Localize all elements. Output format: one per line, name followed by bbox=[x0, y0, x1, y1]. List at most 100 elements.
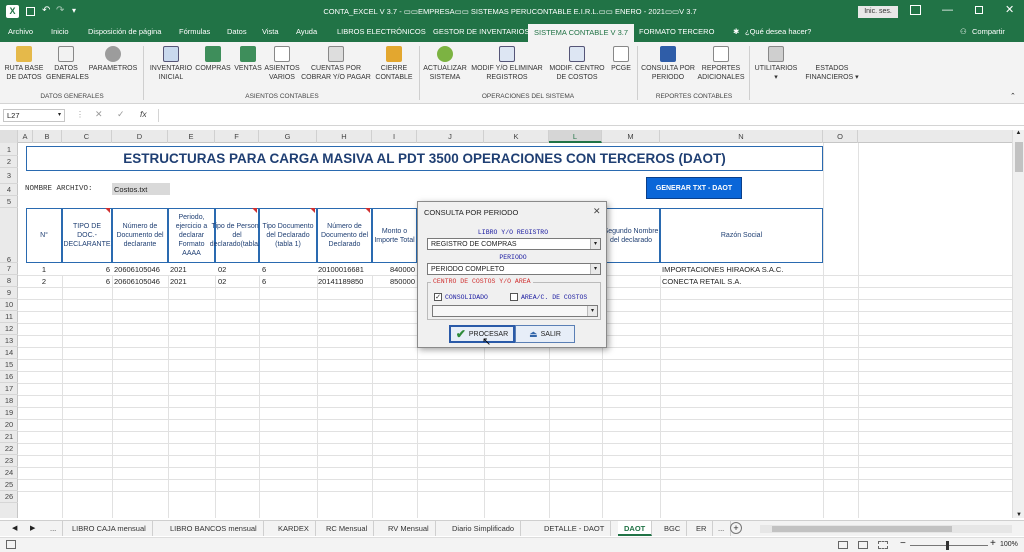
row-header[interactable]: 24 bbox=[0, 467, 18, 479]
page-break-view-icon[interactable] bbox=[878, 541, 888, 549]
quick-access-dropdown-icon[interactable]: ▾ bbox=[72, 6, 76, 15]
column-header[interactable]: I bbox=[372, 130, 417, 143]
dialog-close-icon[interactable]: ✕ bbox=[593, 206, 601, 217]
row-header[interactable]: 14 bbox=[0, 347, 18, 359]
redo-icon[interactable]: ↷ bbox=[56, 5, 64, 16]
periodo-select[interactable]: PERIODO COMPLETO ▾ bbox=[427, 263, 601, 275]
cell-num-doc[interactable]: 20606105046 bbox=[114, 265, 160, 274]
compras-button[interactable]: COMPRAS bbox=[195, 44, 231, 73]
menu-datos[interactable]: Datos bbox=[227, 27, 247, 36]
cancel-entry-icon[interactable]: ✕ bbox=[95, 109, 103, 120]
row-header[interactable]: 17 bbox=[0, 383, 18, 395]
area-costos-checkbox[interactable] bbox=[510, 293, 518, 301]
tab-libro-caja[interactable]: LIBRO CAJA mensual bbox=[66, 521, 153, 536]
row-header[interactable]: 26 bbox=[0, 491, 18, 503]
cell-num-doc[interactable]: 20606105046 bbox=[114, 277, 160, 286]
menu-vista[interactable]: Vista bbox=[262, 27, 279, 36]
ruta-base-datos-button[interactable]: RUTA BASE DE DATOS bbox=[2, 44, 46, 82]
tab-scroll-left-icon[interactable]: ◀ bbox=[12, 524, 17, 532]
minimize-icon[interactable]: — bbox=[942, 4, 953, 16]
cell-n[interactable]: 1 bbox=[26, 265, 62, 274]
ventas-button[interactable]: VENTAS bbox=[232, 44, 264, 73]
select-all-corner[interactable] bbox=[0, 130, 18, 143]
scroll-up-icon[interactable]: ▲ bbox=[1013, 130, 1024, 136]
tab-more-right[interactable]: ... bbox=[712, 521, 732, 536]
column-header[interactable]: B bbox=[33, 130, 62, 143]
column-header-selected[interactable]: L bbox=[549, 130, 602, 143]
save-icon[interactable] bbox=[26, 7, 35, 16]
close-icon[interactable]: ✕ bbox=[1005, 3, 1014, 16]
salir-button[interactable]: ⏏ SALIR bbox=[515, 325, 575, 343]
tab-more-left[interactable]: ... bbox=[44, 521, 64, 536]
page-layout-view-icon[interactable] bbox=[858, 541, 868, 549]
tab-rc-mensual[interactable]: RC Mensual bbox=[320, 521, 375, 536]
row-header[interactable]: 11 bbox=[0, 311, 18, 323]
menu-libros-electronicos[interactable]: LIBROS ELECTRÓNICOS bbox=[337, 27, 426, 36]
column-header[interactable]: N bbox=[660, 130, 823, 143]
column-header[interactable]: C bbox=[62, 130, 112, 143]
zoom-slider[interactable] bbox=[910, 541, 988, 550]
centro-costos-select[interactable]: ▾ bbox=[432, 305, 598, 317]
asientos-varios-button[interactable]: ASIENTOS VARIOS bbox=[264, 44, 300, 82]
tell-me-search[interactable]: ¿Qué desea hacer? bbox=[745, 27, 811, 36]
row-header[interactable]: 1 bbox=[0, 143, 18, 156]
row-header[interactable]: 22 bbox=[0, 443, 18, 455]
column-header[interactable]: F bbox=[215, 130, 259, 143]
cell-tipo-doc[interactable]: 6 bbox=[62, 277, 110, 286]
row-header[interactable]: 9 bbox=[0, 287, 18, 299]
share-button[interactable]: Compartir bbox=[972, 27, 1005, 36]
add-sheet-icon[interactable]: + bbox=[730, 522, 742, 534]
tab-er[interactable]: ER bbox=[690, 521, 714, 536]
menu-disposicion[interactable]: Disposición de página bbox=[88, 27, 161, 36]
scroll-thumb[interactable] bbox=[1015, 142, 1023, 172]
file-name-value[interactable]: Costos.txt bbox=[112, 183, 170, 195]
zoom-out-icon[interactable]: − bbox=[900, 538, 906, 549]
row-header[interactable]: 19 bbox=[0, 407, 18, 419]
undo-icon[interactable]: ↶ bbox=[42, 5, 50, 16]
menu-ayuda[interactable]: Ayuda bbox=[296, 27, 317, 36]
tab-libro-bancos[interactable]: LIBRO BANCOS mensual bbox=[164, 521, 264, 536]
row-header[interactable]: 13 bbox=[0, 335, 18, 347]
cell-razon-social[interactable]: IMPORTACIONES HIRAOKA S.A.C. bbox=[662, 265, 783, 274]
collapse-ribbon-icon[interactable]: ⌃ bbox=[1010, 92, 1016, 100]
cell-tipo-doc[interactable]: 6 bbox=[62, 265, 110, 274]
row-header[interactable]: 21 bbox=[0, 431, 18, 443]
cierre-contable-button[interactable]: CIERRE CONTABLE bbox=[372, 44, 416, 82]
menu-formulas[interactable]: Fórmulas bbox=[179, 27, 210, 36]
row-header[interactable]: 18 bbox=[0, 395, 18, 407]
row-header[interactable]: 5 bbox=[0, 196, 18, 208]
menu-archivo[interactable]: Archivo bbox=[8, 27, 33, 36]
row-header[interactable]: 15 bbox=[0, 359, 18, 371]
column-header[interactable]: J bbox=[417, 130, 484, 143]
confirm-entry-icon[interactable]: ✓ bbox=[117, 109, 125, 120]
actualizar-sistema-button[interactable]: ACTUALIZAR SISTEMA bbox=[421, 44, 469, 82]
hscroll-thumb[interactable] bbox=[772, 526, 952, 532]
menu-gestor-inventarios[interactable]: GESTOR DE INVENTARIOS bbox=[433, 27, 529, 36]
modificar-eliminar-button[interactable]: MODIF Y/O ELIMINAR REGISTROS bbox=[469, 44, 545, 82]
tab-rv-mensual[interactable]: RV Mensual bbox=[382, 521, 436, 536]
maximize-icon[interactable] bbox=[975, 6, 983, 14]
cell-num-declarado[interactable]: 20100016681 bbox=[318, 265, 364, 274]
row-header[interactable]: 4 bbox=[0, 184, 18, 196]
tab-bgc[interactable]: BGC bbox=[658, 521, 688, 536]
menu-formato-tercero[interactable]: FORMATO TERCERO bbox=[639, 27, 714, 36]
column-header[interactable]: M bbox=[602, 130, 660, 143]
cell-tipo-persona[interactable]: 02 bbox=[218, 265, 226, 274]
inventario-inicial-button[interactable]: INVENTARIO INICIAL bbox=[147, 44, 195, 82]
row-header[interactable]: 16 bbox=[0, 371, 18, 383]
column-header[interactable]: O bbox=[823, 130, 858, 143]
menu-inicio[interactable]: Inicio bbox=[51, 27, 69, 36]
ribbon-display-icon[interactable] bbox=[910, 5, 921, 15]
row-header[interactable]: 25 bbox=[0, 479, 18, 491]
cell-num-declarado[interactable]: 20141189850 bbox=[318, 277, 363, 286]
tab-kardex[interactable]: KARDEX bbox=[272, 521, 316, 536]
zoom-in-icon[interactable]: + bbox=[990, 538, 996, 549]
row-header[interactable]: 2 bbox=[0, 156, 18, 168]
cell-tipo-doc-declarado[interactable]: 6 bbox=[262, 265, 266, 274]
consolidado-checkbox[interactable]: ✓ bbox=[434, 293, 442, 301]
estados-financieros-button[interactable]: ESTADOS FINANCIEROS ▾ bbox=[804, 64, 860, 82]
normal-view-icon[interactable] bbox=[838, 541, 848, 549]
name-box[interactable]: L27 ▾ bbox=[3, 109, 65, 122]
zoom-level[interactable]: 100% bbox=[1000, 541, 1018, 548]
row-header[interactable]: 6 bbox=[0, 208, 18, 264]
